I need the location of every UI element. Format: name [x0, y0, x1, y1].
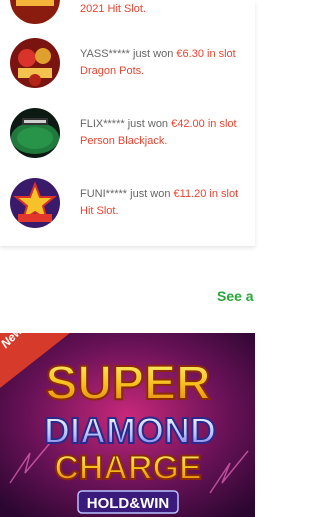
win-amount: €6.30: [176, 48, 204, 60]
win-game-name[interactable]: 2021 Hit Slot.: [80, 3, 146, 15]
banner-title-line1: SUPER: [45, 357, 210, 410]
win-game-name[interactable]: Person Blackjack.: [80, 135, 167, 147]
win-item-3[interactable]: FLIX***** just won €42.00 in slot Person…: [0, 106, 255, 176]
win-item-2[interactable]: YASS***** just won €6.30 in slot Dragon …: [0, 36, 255, 106]
win-amount: €42.00: [171, 118, 205, 130]
star-slot-icon: [10, 178, 60, 228]
win-item-4[interactable]: FUNI***** just won €11.20 in slot Hit Sl…: [0, 176, 255, 246]
recent-wins-card: 2021 Hit Slot. YASS***** just won €6.30 …: [0, 0, 255, 246]
banner-subtitle: HOLD&WIN: [87, 495, 170, 512]
winner-username: FUNI*****: [80, 188, 128, 200]
super-diamond-charge-banner[interactable]: SUPER DIAMOND CHARGE HOLD&WIN: [0, 333, 255, 517]
win-game-name[interactable]: Hit Slot.: [80, 205, 119, 217]
blackjack-table-icon: [10, 108, 60, 158]
hot-slot-icon: [10, 0, 60, 24]
dragon-pots-icon: [10, 38, 60, 88]
win-game-name[interactable]: Dragon Pots.: [80, 65, 144, 77]
winner-username: YASS*****: [80, 48, 130, 60]
see-all-link[interactable]: See a: [217, 288, 254, 304]
win-item-1[interactable]: 2021 Hit Slot.: [0, 0, 255, 34]
win-amount: €11.20: [173, 188, 207, 200]
winner-username: FLIX*****: [80, 118, 125, 130]
banner-title-line3: CHARGE: [54, 449, 201, 487]
banner-title-line2: DIAMOND: [44, 410, 216, 451]
